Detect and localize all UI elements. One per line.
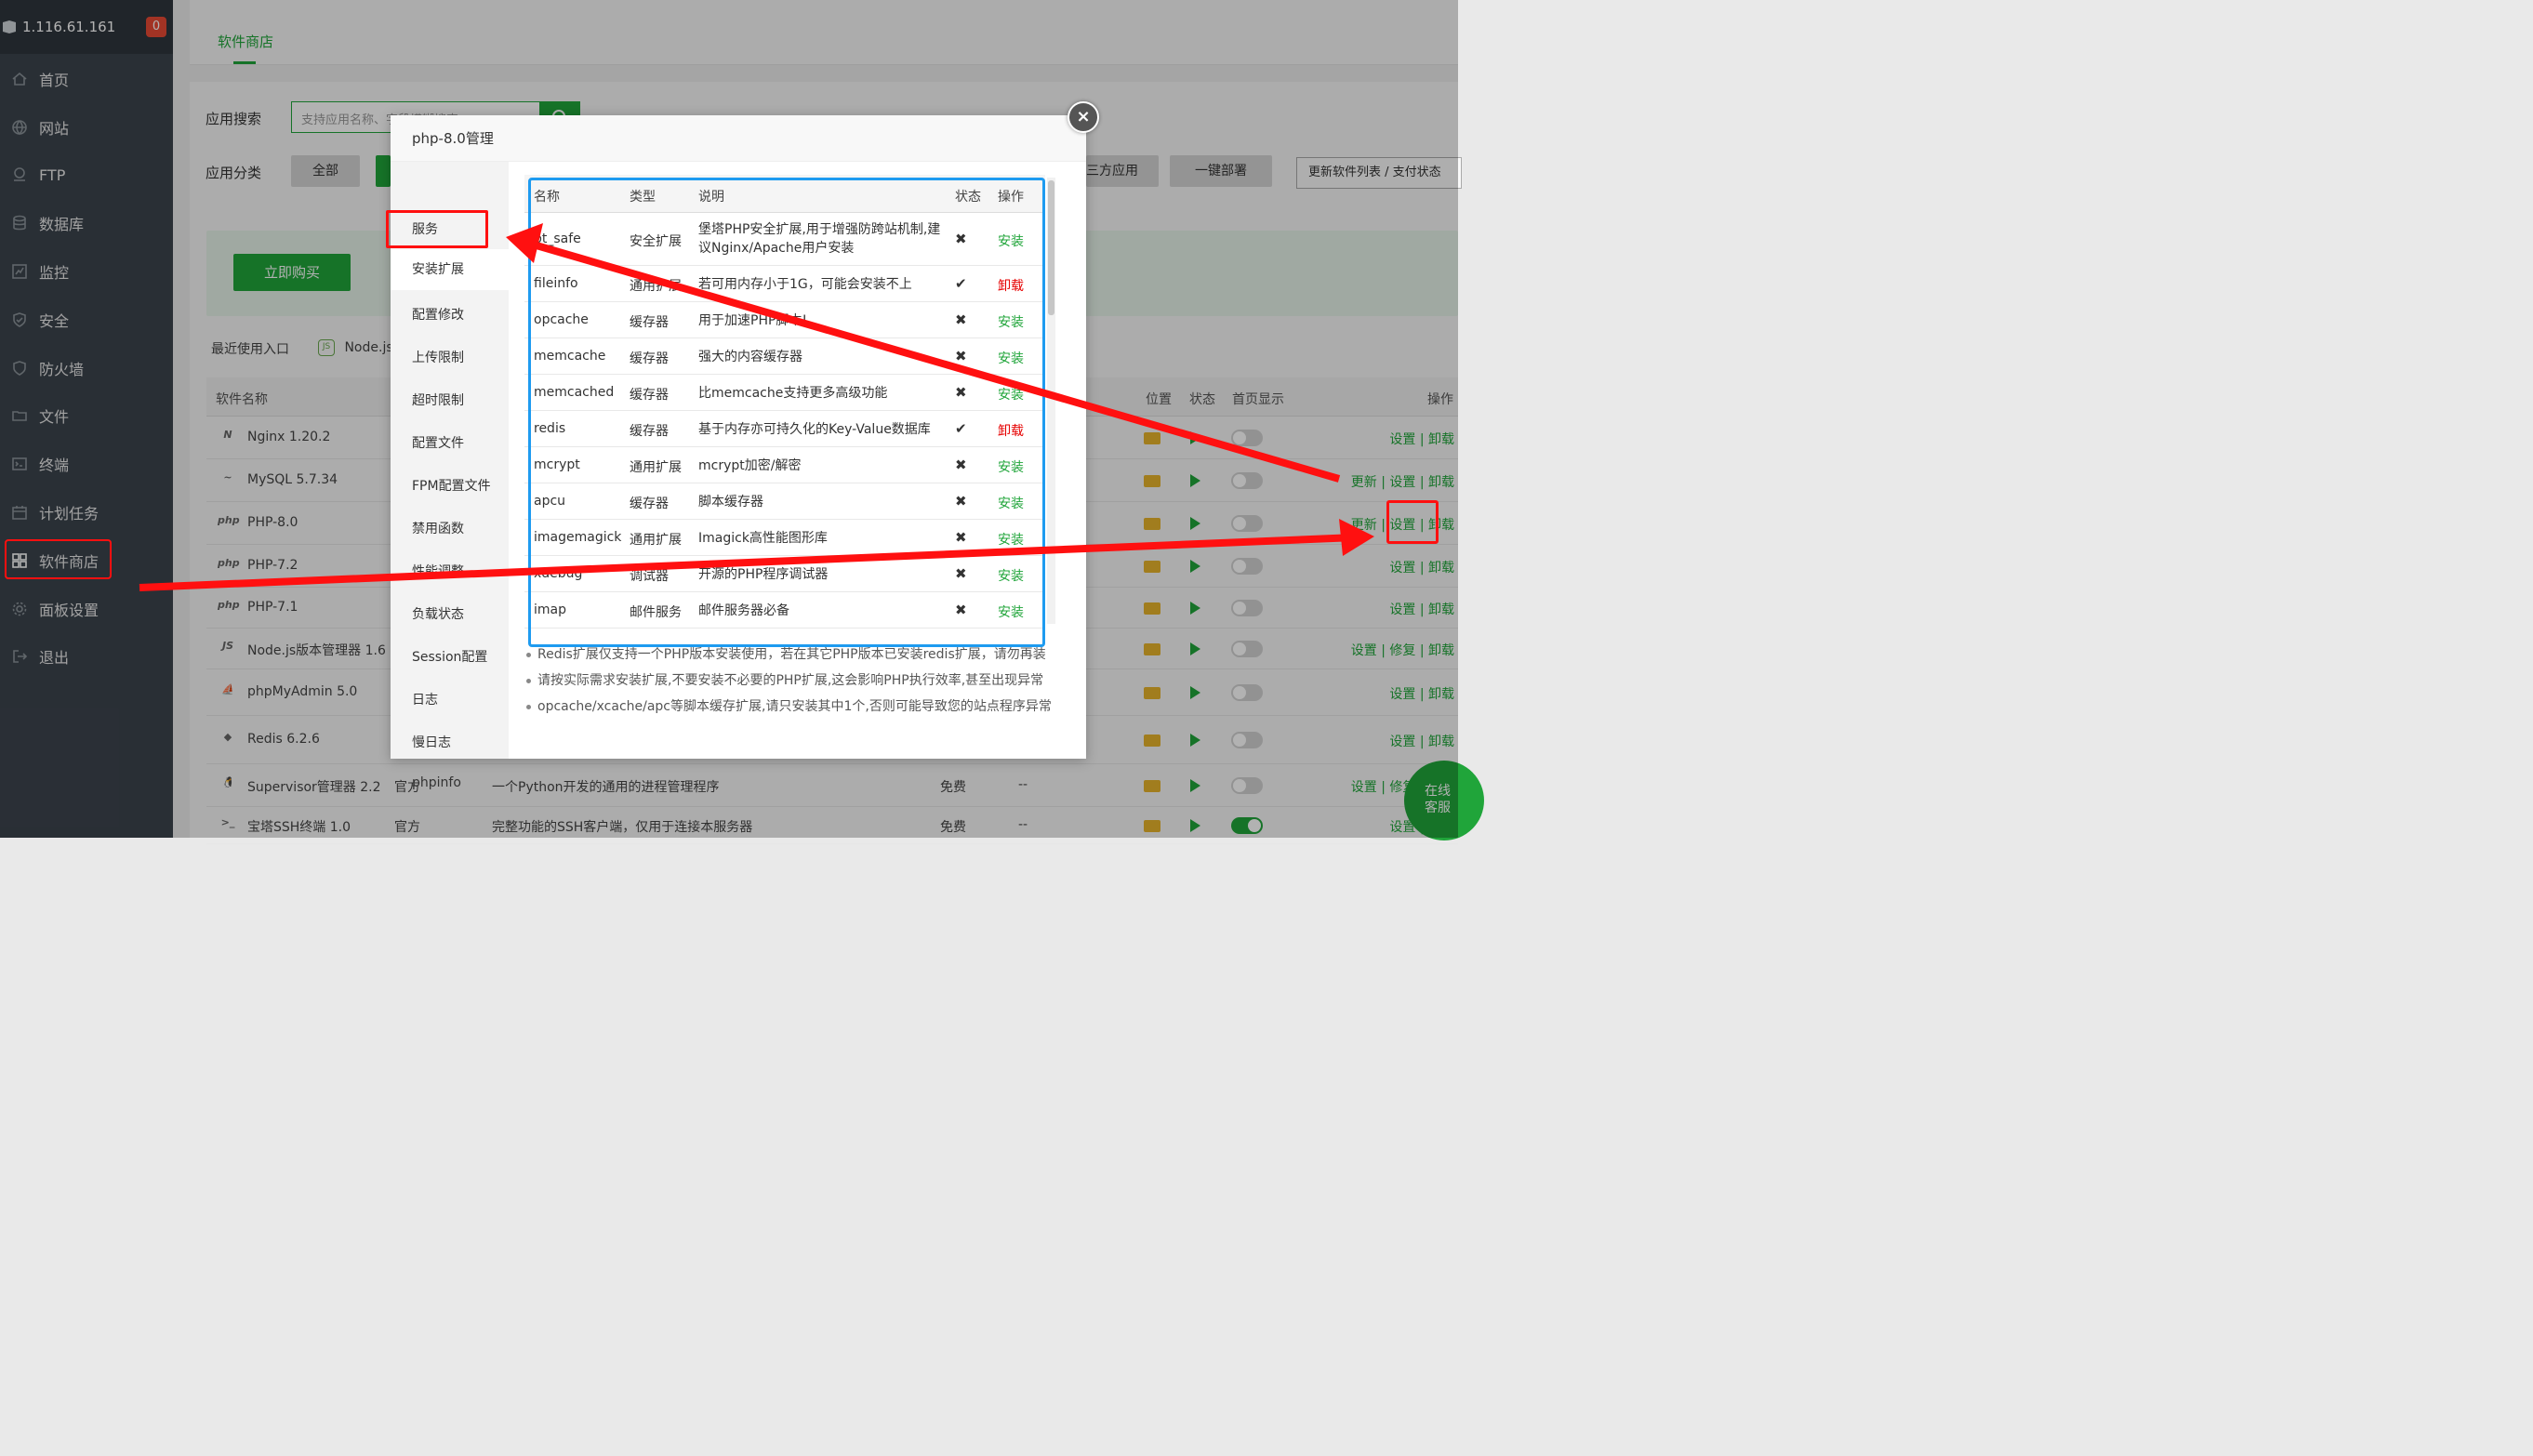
arrow-settings-to-install: [528, 240, 1341, 483]
arrow-head-install: [506, 223, 543, 263]
arrow-store-to-settings: [139, 534, 1357, 591]
arrow-head-settings: [1339, 519, 1374, 556]
annotation-arrows: [139, 223, 1374, 591]
